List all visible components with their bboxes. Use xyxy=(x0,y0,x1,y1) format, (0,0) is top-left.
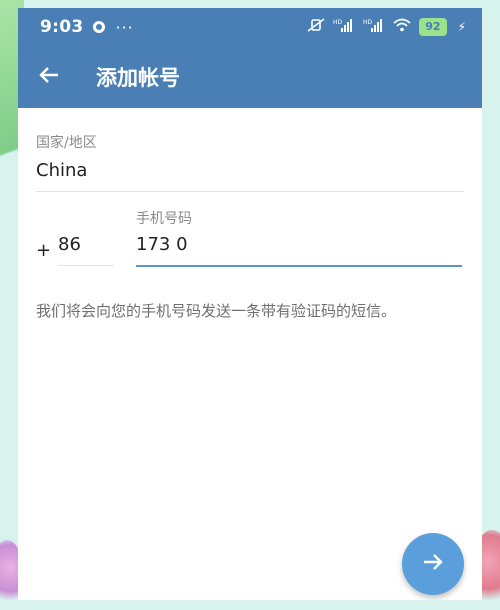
app-bar: 添加帐号 xyxy=(18,46,482,108)
phone-number-input[interactable] xyxy=(136,234,462,267)
next-button[interactable] xyxy=(402,533,464,595)
arrow-right-icon xyxy=(422,551,444,577)
phone-number-block: + 手机号码 xyxy=(36,208,464,278)
signal-icon-2: HD xyxy=(363,18,385,36)
phone-number-label: 手机号码 xyxy=(136,211,192,227)
wifi-icon xyxy=(393,18,411,36)
form-content: 国家/地区 China + 手机号码 我们将会向您的手机号码发送一条带有验证码的… xyxy=(18,108,482,322)
svg-text:HD: HD xyxy=(363,19,373,26)
page-title: 添加帐号 xyxy=(96,66,180,90)
plus-sign: + xyxy=(36,239,52,261)
status-more-indicator: ··· xyxy=(115,17,134,37)
status-bar: 9:03 ··· HD HD 92 ⚡ xyxy=(18,8,482,46)
country-label: 国家/地区 xyxy=(36,135,97,151)
country-selector[interactable]: China xyxy=(36,160,464,192)
signal-icon-1: HD xyxy=(333,18,355,36)
notification-dot-icon xyxy=(93,21,106,33)
sms-hint-text: 我们将会向您的手机号码发送一条带有验证码的短信。 xyxy=(36,302,397,320)
svg-text:HD: HD xyxy=(333,19,343,26)
battery-level: 92 xyxy=(419,18,447,36)
vibrate-off-icon xyxy=(307,18,325,36)
phone-screen: 9:03 ··· HD HD 92 ⚡ 添加帐号 国家/地区 China + 8… xyxy=(18,8,482,600)
status-time: 9:03 xyxy=(40,17,84,37)
battery-icon: 92 xyxy=(419,18,447,36)
country-code-input[interactable] xyxy=(58,234,114,266)
arrow-left-icon[interactable] xyxy=(38,64,64,91)
charging-icon: ⚡ xyxy=(457,20,466,34)
